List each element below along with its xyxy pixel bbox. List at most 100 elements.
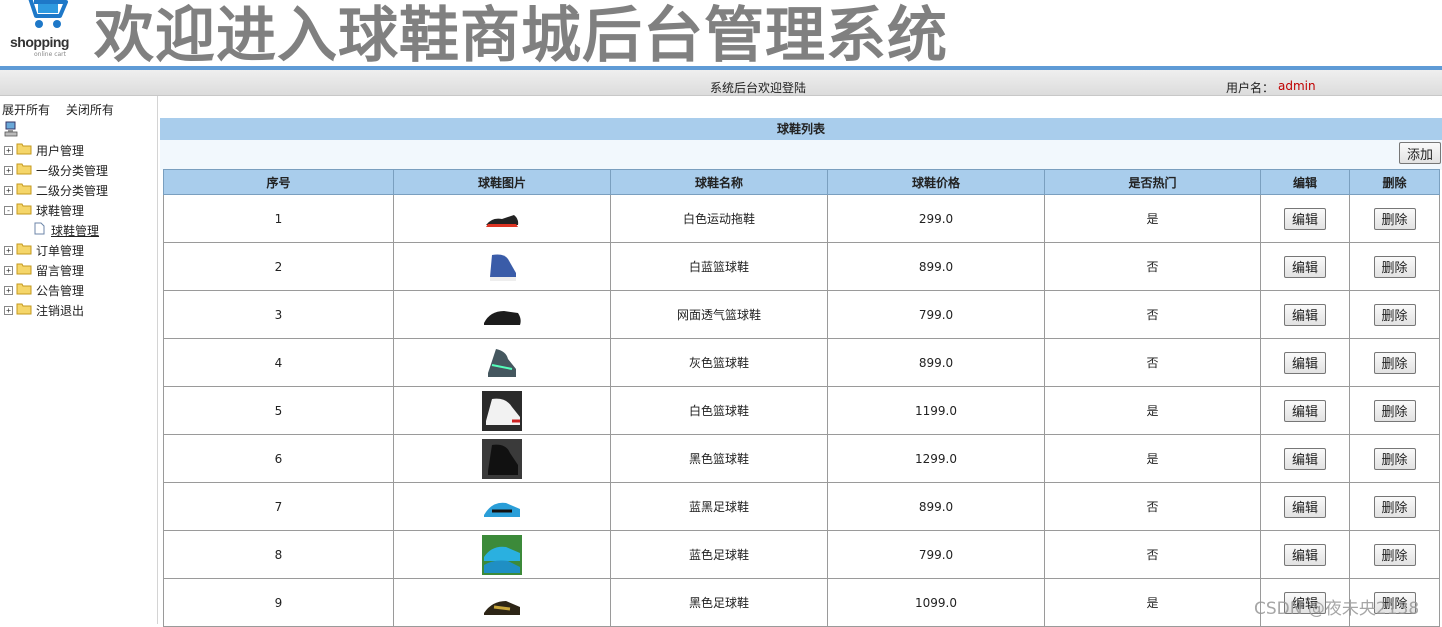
edit-button[interactable]: 编辑: [1284, 303, 1326, 326]
delete-button[interactable]: 删除: [1373, 495, 1416, 518]
shoe-thumbnail: [482, 246, 522, 287]
table-row: 9 黑色足球鞋 1099.0 是编辑 删除: [163, 578, 1440, 627]
cell-edit: 编辑: [1260, 482, 1350, 531]
expand-icon[interactable]: +: [4, 245, 13, 255]
collapse-icon[interactable]: -: [4, 205, 13, 215]
table-row: 2 白蓝篮球鞋 899.0 否编辑 删除: [163, 242, 1440, 291]
expand-icon[interactable]: +: [4, 165, 13, 175]
sidebar-item[interactable]: + 一级分类管理: [4, 160, 108, 180]
expand-icon[interactable]: +: [4, 285, 13, 295]
sidebar-item-label[interactable]: 二级分类管理: [36, 182, 108, 199]
column-header: 球鞋图片: [393, 169, 611, 195]
sidebar-item-label[interactable]: 公告管理: [36, 282, 84, 299]
cell-hot: 是: [1044, 194, 1261, 243]
username-value: admin: [1278, 79, 1316, 93]
delete-button[interactable]: 删除: [1373, 207, 1416, 230]
sidebar-item[interactable]: - 球鞋管理: [4, 200, 84, 220]
cell-edit: 编辑: [1260, 338, 1350, 387]
delete-button[interactable]: 删除: [1373, 543, 1416, 566]
collapse-all-link[interactable]: 关闭所有: [66, 103, 114, 117]
document-icon: [34, 222, 45, 238]
cell-price: 799.0: [827, 530, 1045, 579]
cell-edit: 编辑: [1260, 530, 1350, 579]
cell-hot: 否: [1044, 338, 1261, 387]
delete-button[interactable]: 删除: [1373, 447, 1416, 470]
add-button[interactable]: 添加: [1399, 142, 1441, 164]
cell-edit: 编辑: [1260, 386, 1350, 435]
sidebar-item-label[interactable]: 订单管理: [36, 242, 84, 259]
edit-button[interactable]: 编辑: [1284, 495, 1326, 518]
table-row: 1 白色运动拖鞋 299.0 是编辑 删除: [163, 194, 1440, 243]
shoe-thumbnail: [482, 294, 522, 335]
sidebar-item[interactable]: + 用户管理: [4, 140, 84, 160]
cell-edit: 编辑: [1260, 290, 1350, 339]
edit-button[interactable]: 编辑: [1284, 543, 1326, 566]
cell-image: [393, 578, 611, 627]
sidebar-item[interactable]: + 订单管理: [4, 240, 84, 260]
cell-id: 7: [163, 482, 394, 531]
edit-button[interactable]: 编辑: [1284, 399, 1326, 422]
cell-delete: 删除: [1349, 482, 1440, 531]
delete-button[interactable]: 删除: [1373, 351, 1416, 374]
folder-icon: [16, 162, 32, 178]
sidebar-subitem[interactable]: 球鞋管理: [20, 220, 99, 240]
sidebar-item[interactable]: + 留言管理: [4, 260, 84, 280]
cell-id: 9: [163, 578, 394, 627]
cell-hot: 是: [1044, 386, 1261, 435]
cell-price: 899.0: [827, 242, 1045, 291]
table-row: 4 灰色篮球鞋 899.0 否编辑 删除: [163, 338, 1440, 387]
sidebar-subitem-label[interactable]: 球鞋管理: [51, 222, 99, 239]
logo-subtext: online cart: [34, 51, 67, 58]
folder-icon: [16, 242, 32, 258]
table-row: 6 黑色篮球鞋 1299.0 是编辑 删除: [163, 434, 1440, 483]
main-content: 球鞋列表 添加 序号 球鞋图片 球鞋名称 球鞋价格 是否热门 编辑 删除 1 白色运动拖鞋 2 9…: [160, 96, 1442, 627]
expand-icon[interactable]: +: [4, 305, 13, 315]
shoe-thumbnail: [482, 198, 522, 239]
expand-icon[interactable]: +: [4, 265, 13, 275]
sidebar-item-label[interactable]: 用户管理: [36, 142, 84, 159]
sidebar-item[interactable]: + 注销退出: [4, 300, 84, 320]
sidebar-item[interactable]: + 公告管理: [4, 280, 84, 300]
edit-button[interactable]: 编辑: [1284, 255, 1326, 278]
sidebar-item-label[interactable]: 球鞋管理: [36, 202, 84, 219]
sidebar-item-label[interactable]: 留言管理: [36, 262, 84, 279]
cell-price: 899.0: [827, 338, 1045, 387]
column-header: 删除: [1349, 169, 1440, 195]
edit-button[interactable]: 编辑: [1284, 207, 1326, 230]
expand-icon[interactable]: +: [4, 185, 13, 195]
cell-price: 899.0: [827, 482, 1045, 531]
edit-button[interactable]: 编辑: [1284, 351, 1326, 374]
sidebar-item-label[interactable]: 一级分类管理: [36, 162, 108, 179]
sidebar-item[interactable]: + 二级分类管理: [4, 180, 108, 200]
folder-icon: [16, 282, 32, 298]
cell-name: 白色运动拖鞋: [610, 194, 828, 243]
cell-name: 黑色篮球鞋: [610, 434, 828, 483]
cell-name: 白蓝篮球鞋: [610, 242, 828, 291]
cell-delete: 删除: [1349, 338, 1440, 387]
table-header-row: 序号 球鞋图片 球鞋名称 球鞋价格 是否热门 编辑 删除: [163, 169, 1440, 195]
delete-button[interactable]: 删除: [1373, 255, 1416, 278]
delete-button[interactable]: 删除: [1373, 399, 1416, 422]
cell-edit: 编辑: [1260, 194, 1350, 243]
expand-all-link[interactable]: 展开所有: [2, 103, 50, 117]
folder-icon: [16, 142, 32, 158]
cell-hot: 否: [1044, 482, 1261, 531]
cell-name: 灰色篮球鞋: [610, 338, 828, 387]
shoe-thumbnail: [482, 342, 522, 383]
cell-id: 6: [163, 434, 394, 483]
expand-icon[interactable]: +: [4, 145, 13, 155]
shopping-cart-logo: shopping online cart: [4, 0, 80, 62]
cell-id: 2: [163, 242, 394, 291]
edit-button[interactable]: 编辑: [1284, 447, 1326, 470]
table-row: 7 蓝黑足球鞋 899.0 否编辑 删除: [163, 482, 1440, 531]
cell-edit: 编辑: [1260, 434, 1350, 483]
folder-icon: [16, 302, 32, 318]
toolbar: 添加: [160, 140, 1442, 170]
delete-button[interactable]: 删除: [1373, 303, 1416, 326]
cell-id: 1: [163, 194, 394, 243]
cell-image: [393, 530, 611, 579]
column-header: 球鞋名称: [610, 169, 828, 195]
sidebar-item-label[interactable]: 注销退出: [36, 302, 84, 319]
shoe-thumbnail: [482, 390, 522, 431]
panel-title: 球鞋列表: [160, 118, 1442, 140]
